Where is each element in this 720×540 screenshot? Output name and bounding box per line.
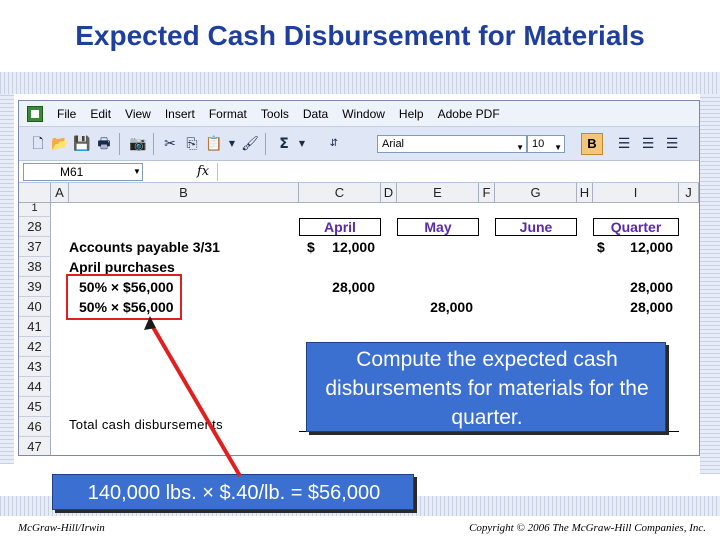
row-header[interactable]: 41 <box>19 317 51 337</box>
cell-april-ap[interactable]: 12,000 <box>309 239 375 255</box>
font-dropdown-icon[interactable]: ▼ <box>516 140 524 156</box>
bold-button[interactable]: B <box>581 133 603 155</box>
select-all-corner[interactable] <box>19 183 51 203</box>
font-size-value: 10 <box>532 138 545 150</box>
autosum-dropdown-icon[interactable]: ▼ <box>293 135 311 153</box>
col-header-f[interactable]: F <box>479 183 495 203</box>
cell-quarter-purchases-april[interactable]: 28,000 <box>605 279 673 295</box>
col-header-i[interactable]: I <box>593 183 679 203</box>
standard-toolbar: 🗋 📂 💾 🖶 📷 ✂ ⎘ 📋 ▼ 🖌 Σ ▼ ⇵ Arial ▼ 10 ▼ B… <box>19 127 699 161</box>
autosum-icon[interactable]: Σ <box>275 135 293 153</box>
highlight-box <box>66 274 182 320</box>
cut-icon[interactable]: ✂ <box>161 135 179 153</box>
row-header[interactable]: 37 <box>19 237 51 257</box>
left-band <box>0 94 14 464</box>
row-header[interactable]: 43 <box>19 357 51 377</box>
print-icon[interactable]: 🖶 <box>95 135 113 153</box>
menu-adobe-pdf[interactable]: Adobe PDF <box>438 107 500 121</box>
col-header-a[interactable]: A <box>51 183 69 203</box>
font-name-value: Arial <box>382 138 405 150</box>
align-right-icon[interactable]: ☰ <box>663 135 681 153</box>
menu-window[interactable]: Window <box>342 107 385 121</box>
row-header[interactable]: 45 <box>19 397 51 417</box>
font-name-box[interactable]: Arial ▼ <box>377 135 527 153</box>
paste-dropdown-icon[interactable]: ▼ <box>223 135 241 153</box>
col-header-c[interactable]: C <box>299 183 381 203</box>
copy-icon[interactable]: ⎘ <box>183 135 201 153</box>
cell-april-purchases-april[interactable]: 28,000 <box>309 279 375 295</box>
format-painter-icon[interactable]: 🖌 <box>241 135 259 153</box>
slide-title: Expected Cash Disbursement for Materials <box>75 20 645 51</box>
row-header[interactable]: 46 <box>19 417 51 437</box>
row-header[interactable]: 39 <box>19 277 51 297</box>
cell-quarter-ap[interactable]: 12,000 <box>605 239 673 255</box>
excel-sheet-icon[interactable] <box>23 104 47 124</box>
fx-icon[interactable]: fx <box>197 164 209 179</box>
cell-quarter-purchases-may[interactable]: 28,000 <box>605 299 673 315</box>
menu-bar: File Edit View Insert Format Tools Data … <box>19 101 699 127</box>
col-header-b[interactable]: B <box>69 183 299 203</box>
camera-icon[interactable]: 📷 <box>129 135 147 153</box>
paste-icon[interactable]: 📋 <box>205 135 223 153</box>
cell-accounts-payable[interactable]: Accounts payable 3/31 <box>69 239 220 255</box>
align-left-icon[interactable]: ☰ <box>615 135 633 153</box>
callout-compute-text: Compute the expected cash disbursements … <box>325 348 649 429</box>
menu-edit[interactable]: Edit <box>90 107 111 121</box>
name-box[interactable]: M61 <box>23 163 143 181</box>
row-header[interactable]: 28 <box>19 217 51 237</box>
col-header-j[interactable]: J <box>679 183 699 203</box>
menu-view[interactable]: View <box>125 107 151 121</box>
menu-tools[interactable]: Tools <box>261 107 289 121</box>
cell-april-purchases[interactable]: April purchases <box>69 259 175 275</box>
row-header[interactable]: 47 <box>19 437 51 455</box>
cell-total-cash-disbursements[interactable]: Total cash disbursements <box>69 417 223 432</box>
title-band <box>0 72 720 94</box>
header-april[interactable]: April <box>299 218 381 236</box>
right-band <box>700 94 720 474</box>
row-header[interactable]: 38 <box>19 257 51 277</box>
row-header-1[interactable]: 1 <box>19 203 51 217</box>
open-icon[interactable]: 📂 <box>51 135 69 153</box>
col-header-d[interactable]: D <box>381 183 397 203</box>
footer-copyright: Copyright © 2006 The McGraw-Hill Compani… <box>469 522 706 534</box>
cell-quarter-dollar-sign: $ <box>597 239 605 255</box>
menu-help[interactable]: Help <box>399 107 424 121</box>
row-header[interactable]: 42 <box>19 337 51 357</box>
callout-compute: Compute the expected cash disbursements … <box>306 342 666 432</box>
new-icon[interactable]: 🗋 <box>29 135 47 153</box>
size-dropdown-icon[interactable]: ▼ <box>554 140 562 156</box>
col-header-e[interactable]: E <box>397 183 479 203</box>
col-header-g[interactable]: G <box>495 183 577 203</box>
row-header[interactable]: 44 <box>19 377 51 397</box>
name-box-dropdown-icon[interactable]: ▼ <box>133 167 141 176</box>
callout-calculation-text: 140,000 lbs. × $.40/lb. = $56,000 <box>87 482 381 504</box>
cell-may-purchases[interactable]: 28,000 <box>405 299 473 315</box>
header-quarter[interactable]: Quarter <box>593 218 679 236</box>
col-header-h[interactable]: H <box>577 183 593 203</box>
menu-data[interactable]: Data <box>303 107 328 121</box>
formula-bar: M61 ▼ fx <box>19 161 699 183</box>
toolbar-overflow-icon[interactable]: ⇵ <box>325 135 343 153</box>
menu-format[interactable]: Format <box>209 107 247 121</box>
font-size-box[interactable]: 10 ▼ <box>527 135 565 153</box>
row-header[interactable]: 40 <box>19 297 51 317</box>
menu-insert[interactable]: Insert <box>165 107 195 121</box>
header-may[interactable]: May <box>397 218 479 236</box>
footer-publisher: McGraw-Hill/Irwin <box>18 522 105 534</box>
callout-calculation: 140,000 lbs. × $.40/lb. = $56,000 <box>52 474 414 510</box>
align-center-icon[interactable]: ☰ <box>639 135 657 153</box>
header-june[interactable]: June <box>495 218 577 236</box>
menu-file[interactable]: File <box>57 107 76 121</box>
save-icon[interactable]: 💾 <box>73 135 91 153</box>
